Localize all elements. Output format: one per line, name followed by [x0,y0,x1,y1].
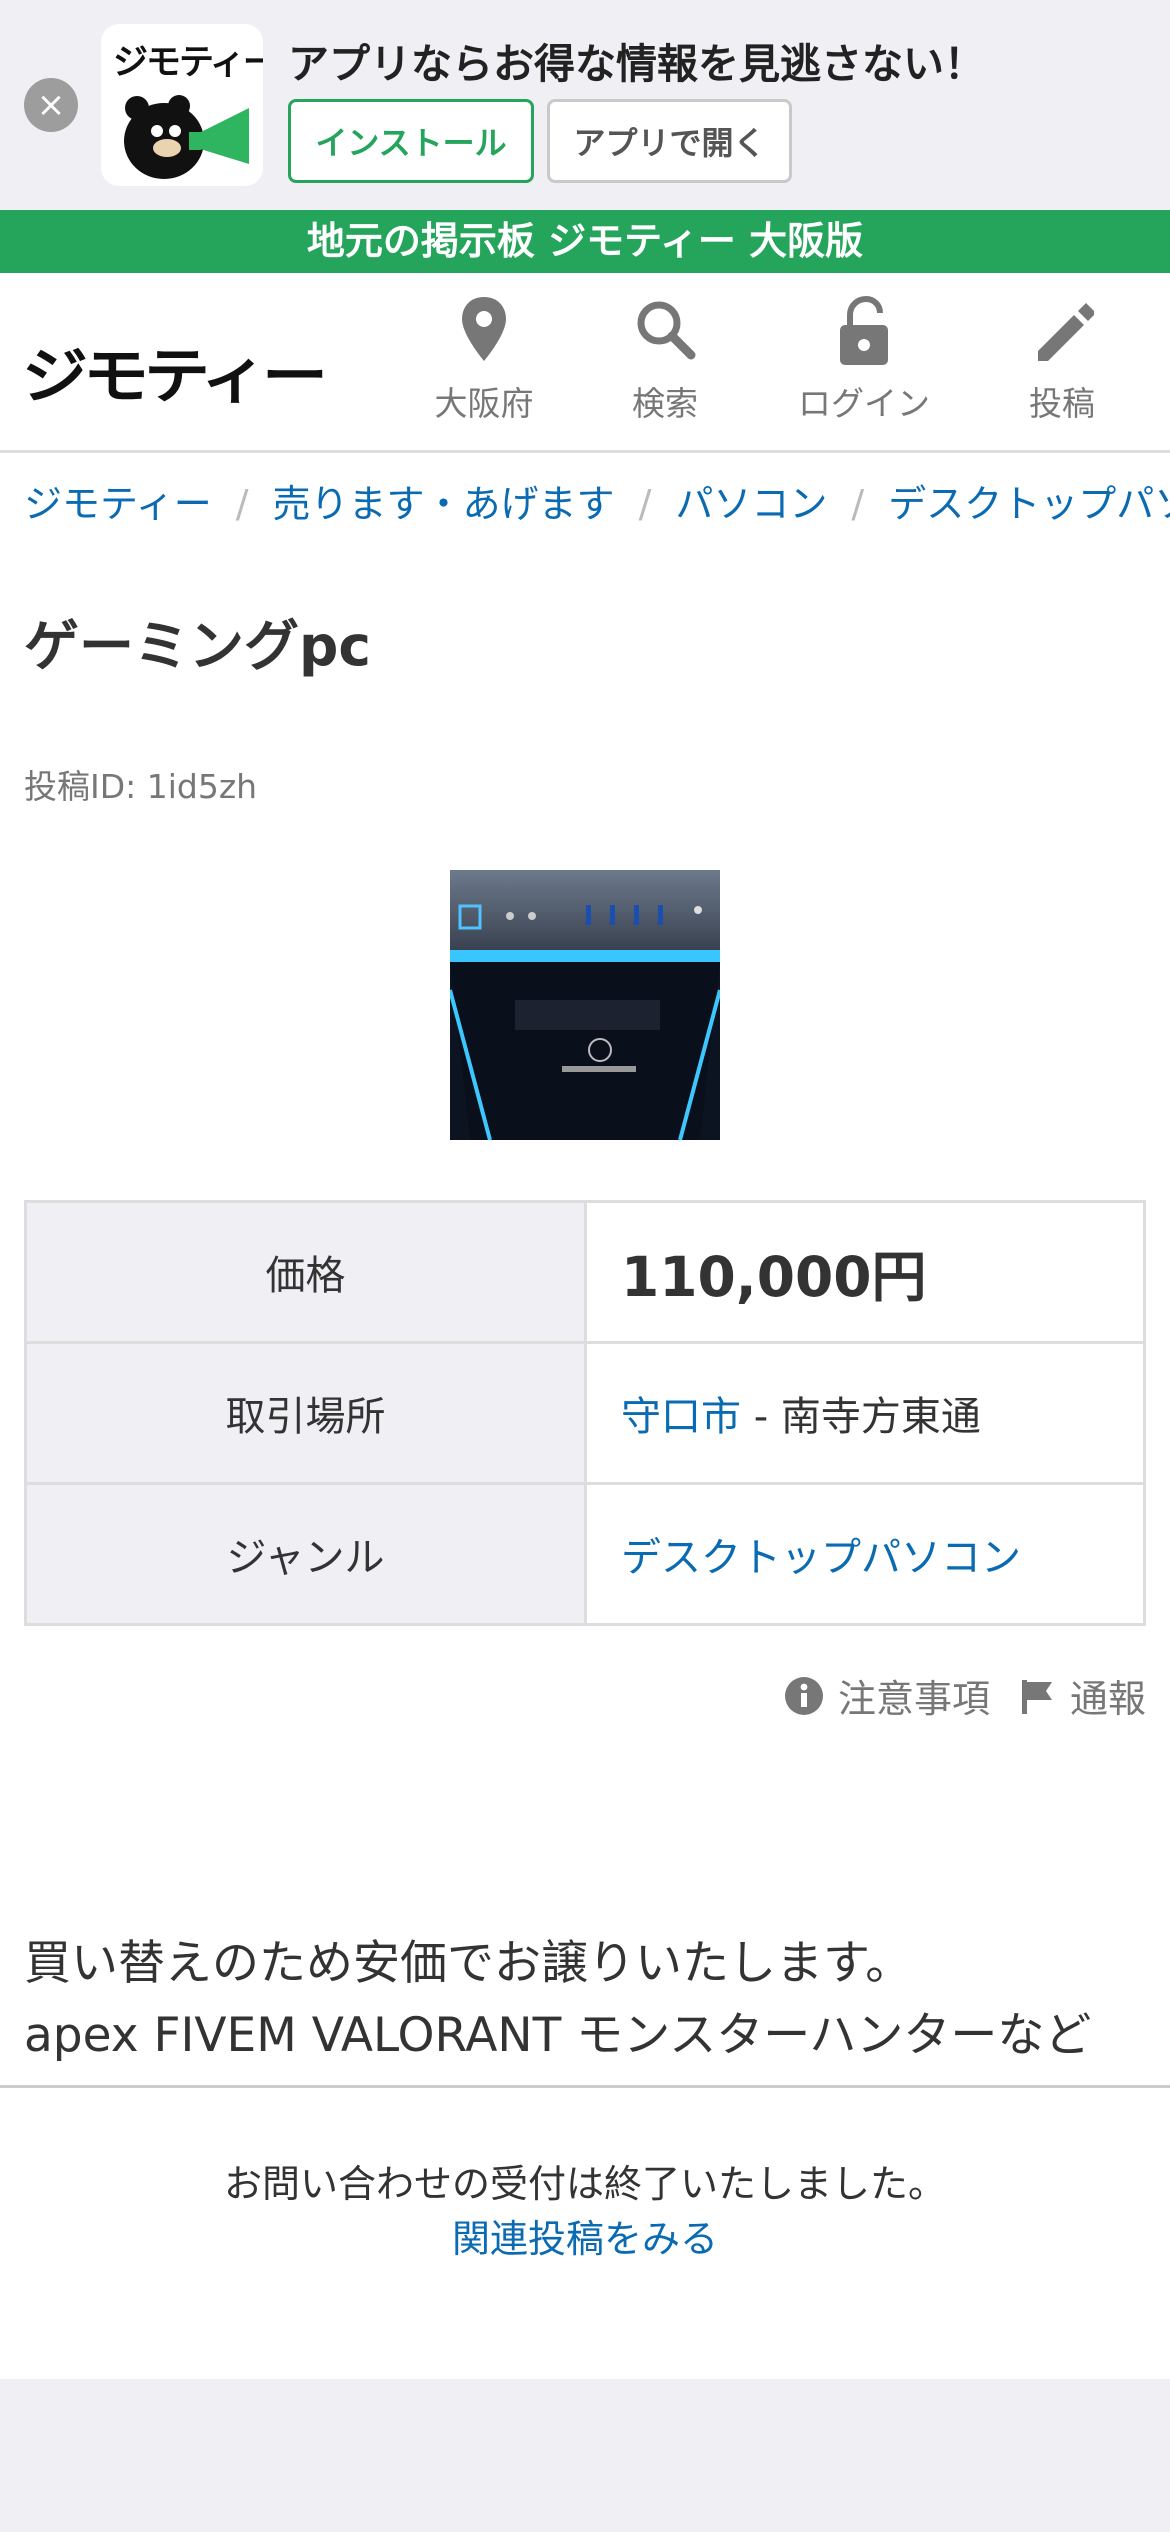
app-icon-name: ジモティー [113,43,263,83]
install-button[interactable]: インストール [288,99,534,183]
breadcrumb-separator: / [235,482,249,526]
table-row: 取引場所 守口市 - 南寺方東通 [24,1341,1146,1485]
app-icon: ジモティー [101,24,263,186]
breadcrumb-desktop[interactable]: デスクトップパソコン [888,482,1170,526]
breadcrumb-separator: / [851,482,865,526]
place-city-link[interactable]: 守口市 [621,1394,741,1440]
open-in-app-button[interactable]: アプリで開く [547,99,792,183]
price-cell: 110,000円 [584,1200,1146,1344]
info-icon [784,1676,823,1715]
genre-label: ジャンル [24,1482,587,1626]
post-description: 買い替えのため安価でお譲りいたします。 apex FIVEM VALORANT … [24,1928,1091,2072]
nav-login[interactable]: ログイン [779,295,949,425]
product-photo-image [450,870,720,1140]
place-area: - 南寺方東通 [741,1394,981,1440]
pencil-icon [1038,303,1094,361]
related-posts-link[interactable]: 関連投稿をみる [0,2208,1170,2263]
notice-label: 注意事項 [837,1677,990,1721]
nav-post[interactable]: 投稿 [977,295,1147,425]
report-label: 通報 [1069,1677,1146,1721]
close-icon[interactable]: × [24,78,78,132]
region-strip: 地元の掲示板 ジモティー 大阪版 [0,210,1170,273]
mascot-icon [124,95,249,179]
page-title: ゲーミングpc [24,614,371,678]
banner-message: アプリならお得な情報を見逃さない！ [288,40,985,88]
nav-post-label: 投稿 [1029,384,1095,423]
breadcrumb: ジモティー / 売ります・あげます / パソコン / デスクトップパソコン [24,473,1170,528]
breadcrumb-pc[interactable]: パソコン [675,482,827,526]
lock-icon [840,295,888,365]
nav-search[interactable]: 検索 [580,295,750,425]
search-icon [637,301,696,360]
breadcrumb-home[interactable]: ジモティー [24,482,212,526]
breadcrumb-separator: / [638,482,652,526]
place-label: 取引場所 [24,1341,587,1485]
report-link[interactable]: 通報 [1018,1668,1146,1723]
price-label: 価格 [24,1200,587,1344]
product-photo[interactable] [450,870,720,1140]
place-cell: 守口市 - 南寺方東通 [584,1341,1146,1485]
inquiry-closed-message: お問い合わせの受付は終了いたしました。 [223,2162,946,2206]
nav-area-label: 大阪府 [434,384,534,423]
description-line: 買い替えのため安価でお譲りいたします。 [24,1936,913,1991]
nav-search-label: 検索 [632,384,698,423]
info-table: 価格 110,000円 取引場所 守口市 - 南寺方東通 ジャンル デスクトップ… [24,1200,1146,1626]
price-value: 110,000円 [621,1245,927,1309]
nav-area[interactable]: 大阪府 [399,295,569,425]
post-id: 投稿ID: 1id5zh [24,767,258,806]
main-content: ジモティー/売ります・あげます/パソコン/デスクトップパソコン ゲーミングpc … [0,453,1170,2085]
post-actions: 注意事項 通報 [756,1668,1146,1723]
app-install-banner: × ジモティー アプリならお得な情報を見逃さない！ インストール アプリで開く [0,0,1170,210]
site-logo[interactable]: ジモティー [22,327,328,415]
location-pin-icon [462,297,506,361]
description-line: apex FIVEM VALORANT モンスターハンターなど [24,2008,1092,2063]
inquiry-closed-panel: お問い合わせの受付は終了いたしました。 関連投稿をみる [0,2085,1170,2379]
notice-link[interactable]: 注意事項 [784,1668,990,1723]
site-header: ジモティー 大阪府 検索 ログイン 投稿 [0,273,1170,453]
genre-link[interactable]: デスクトップパソコン [621,1535,1021,1581]
genre-cell: デスクトップパソコン [584,1482,1146,1626]
table-row: 価格 110,000円 [24,1200,1146,1344]
nav-login-label: ログイン [798,384,930,423]
table-row: ジャンル デスクトップパソコン [24,1482,1146,1626]
breadcrumb-sell[interactable]: 売ります・あげます [273,482,615,526]
flag-icon [1021,1679,1052,1714]
